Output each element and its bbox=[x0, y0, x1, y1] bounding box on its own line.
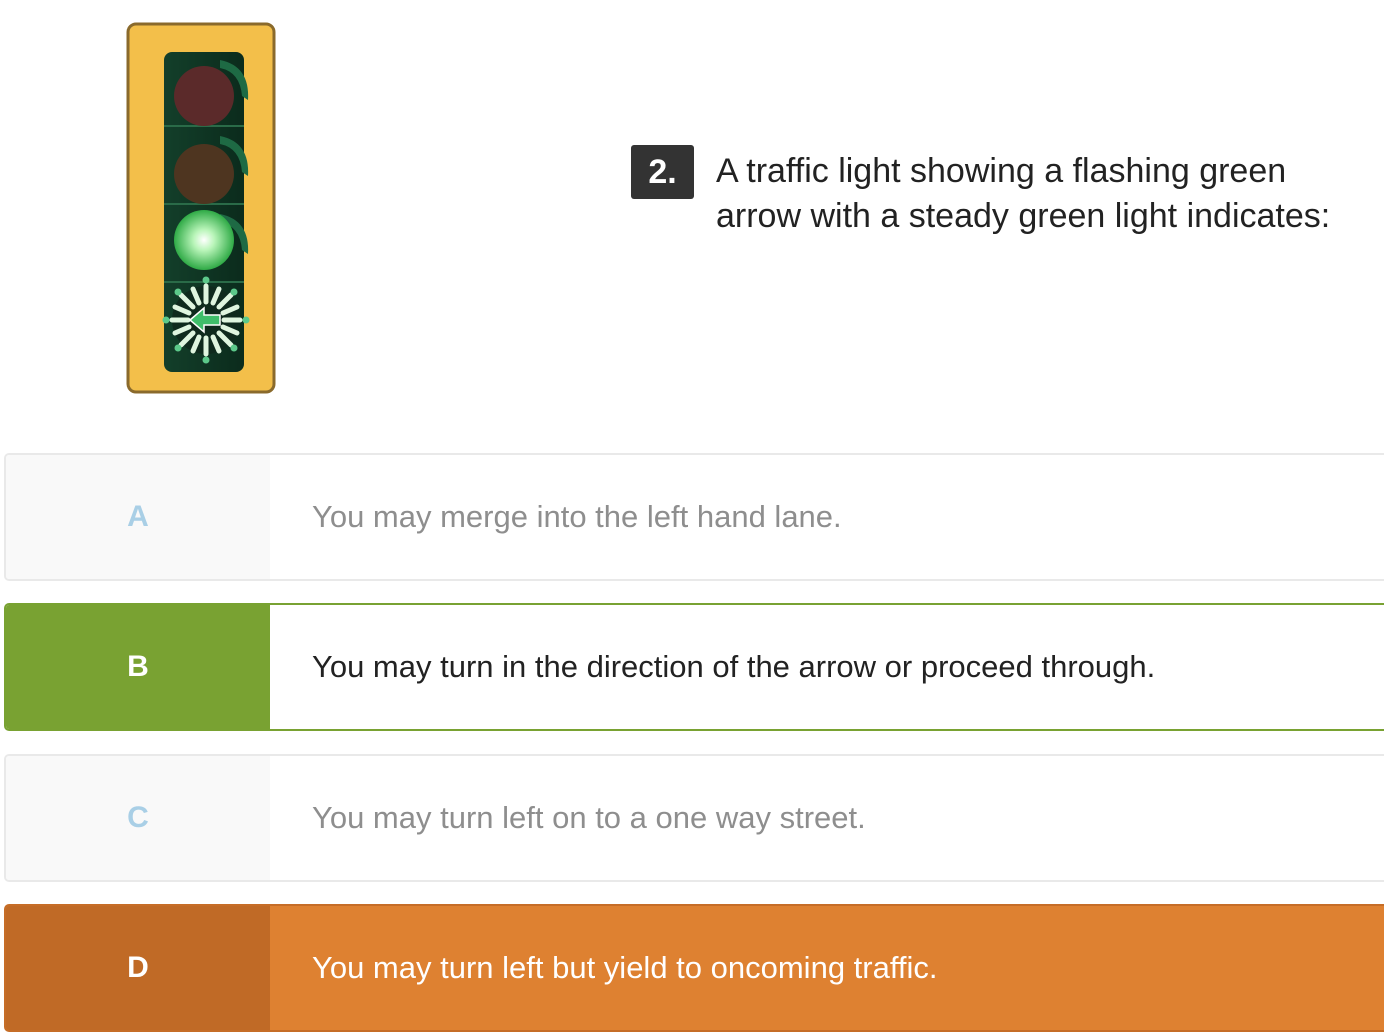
answer-option-b[interactable]: B You may turn in the direction of the a… bbox=[4, 603, 1384, 731]
traffic-light-image bbox=[124, 20, 280, 396]
answer-option-c[interactable]: C You may turn left on to a one way stre… bbox=[4, 754, 1384, 882]
answer-letter: C bbox=[6, 756, 270, 880]
traffic-light-flashing-green-arrow-icon bbox=[126, 22, 276, 394]
answer-text: You may turn in the direction of the arr… bbox=[312, 649, 1156, 684]
answer-letter: A bbox=[6, 455, 270, 579]
question-text: A traffic light showing a flashing green… bbox=[716, 152, 1331, 235]
answer-text: You may merge into the left hand lane. bbox=[312, 499, 842, 534]
question-number-badge: 2. bbox=[631, 145, 694, 199]
answer-letter: B bbox=[6, 605, 270, 729]
answer-text: You may turn left but yield to oncoming … bbox=[312, 950, 938, 985]
answer-letter: D bbox=[6, 906, 270, 1030]
answer-option-a[interactable]: A You may merge into the left hand lane. bbox=[4, 453, 1384, 581]
answer-option-d[interactable]: D You may turn left but yield to oncomin… bbox=[4, 904, 1384, 1032]
answer-text: You may turn left on to a one way street… bbox=[312, 800, 866, 835]
